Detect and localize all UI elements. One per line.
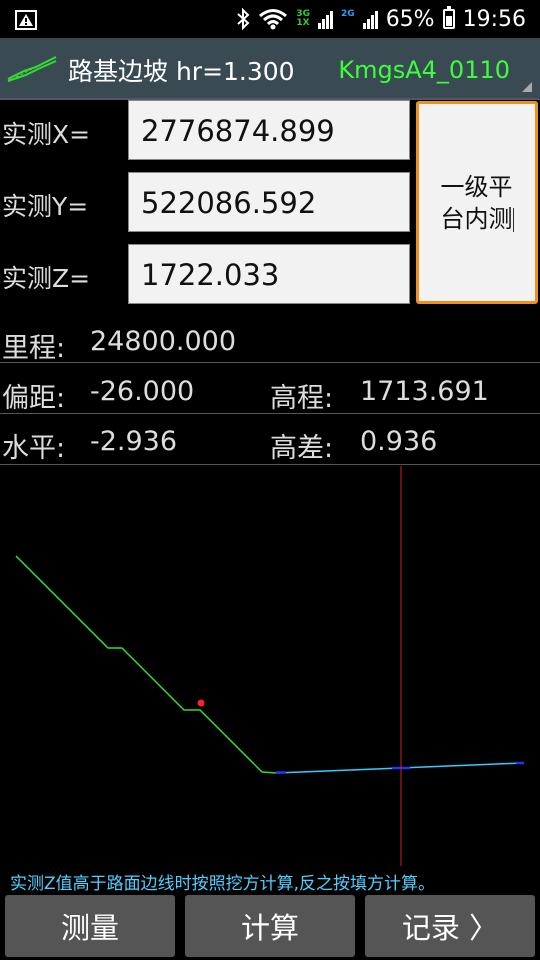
page-title: 路基边坡 hr=1.300 xyxy=(68,57,295,86)
measured-point-marker xyxy=(197,699,205,707)
project-selector[interactable]: KmgsA4_0110 xyxy=(338,56,510,84)
divider xyxy=(0,413,540,414)
slope-app-logo-icon xyxy=(7,56,57,82)
calculation-hint: 实测Z值高于路面边线时按照挖方计算,反之按填方计算。 xyxy=(10,874,436,894)
divider xyxy=(0,362,540,363)
divider xyxy=(0,464,540,465)
measured-y-input[interactable]: 522086.592 xyxy=(128,172,410,232)
horizontal-diff-row: 水平: -2.936 高差: 0.936 xyxy=(0,416,540,464)
mileage-row: 里程: 24800.000 xyxy=(0,316,540,364)
mode-line-2: 台内测 xyxy=(440,204,513,233)
cross-section-canvas[interactable] xyxy=(0,466,540,866)
notification-warning-icon xyxy=(15,10,37,30)
offset-elevation-row: 偏距: -26.000 高程: 1713.691 xyxy=(0,366,540,414)
measured-x-input[interactable]: 2776874.899 xyxy=(128,100,410,160)
mileage-value: 24800.000 xyxy=(90,326,237,357)
record-button[interactable]: 记录 〉 xyxy=(365,895,535,957)
height-diff-value: 0.936 xyxy=(360,426,438,457)
signal-strength-icon xyxy=(318,9,334,29)
mileage-label: 里程: xyxy=(2,333,66,364)
horizontal-label: 水平: xyxy=(2,433,66,464)
platform-mode-button[interactable]: 一级平 台内测 xyxy=(416,101,538,304)
field-row-x: 实测X= 2776874.899 xyxy=(0,100,412,162)
bluetooth-icon xyxy=(237,7,250,31)
network-type-indicator: 3G 1X xyxy=(296,9,311,28)
slope-line xyxy=(15,555,277,774)
elevation-value: 1713.691 xyxy=(360,376,489,407)
clock: 19:56 xyxy=(462,6,526,32)
height-diff-label: 高差: xyxy=(270,433,334,464)
horizontal-value: -2.936 xyxy=(90,426,178,457)
mode-line-1: 一级平 xyxy=(440,172,513,201)
measured-x-label: 实测X= xyxy=(2,120,91,149)
battery-percent: 65% xyxy=(385,6,435,32)
battery-icon xyxy=(442,6,455,29)
offset-label: 偏距: xyxy=(2,383,66,414)
measure-button[interactable]: 测量 xyxy=(5,895,175,957)
offset-value: -26.000 xyxy=(90,376,195,407)
wifi-icon xyxy=(259,9,288,30)
status-bar: 3G 1X 2G 65% 19:56 xyxy=(0,0,540,38)
field-row-y: 实测Y= 522086.592 xyxy=(0,172,412,234)
dropdown-triangle-icon[interactable] xyxy=(522,82,532,92)
field-row-z: 实测Z= 1722.033 xyxy=(0,244,412,306)
calculate-button[interactable]: 计算 xyxy=(185,895,355,957)
measured-y-label: 实测Y= xyxy=(2,192,89,221)
elevation-label: 高程: xyxy=(270,383,334,414)
title-bar: 路基边坡 hr=1.300 KmgsA4_0110 xyxy=(0,38,540,100)
network-type-indicator-2: 2G xyxy=(341,9,355,19)
measured-z-input[interactable]: 1722.033 xyxy=(128,244,410,304)
measured-z-label: 实测Z= xyxy=(2,264,91,293)
signal-strength-icon-2 xyxy=(362,9,378,29)
